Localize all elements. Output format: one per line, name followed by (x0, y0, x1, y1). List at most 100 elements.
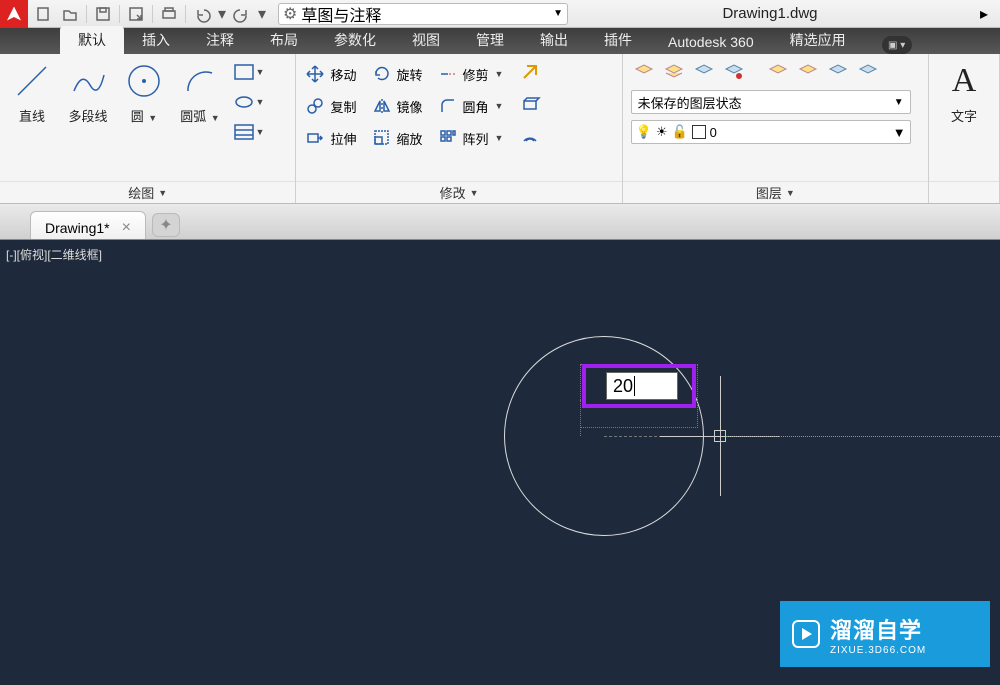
panel-layers-title[interactable]: 图层▼ (623, 181, 928, 203)
title-right-arrow[interactable]: ▸ (972, 3, 996, 25)
hatch-icon[interactable]: ▼ (236, 120, 262, 144)
tab-manage[interactable]: 管理 (458, 26, 522, 54)
line-button[interactable]: 直线 (8, 60, 56, 125)
tab-annotate[interactable]: 注释 (188, 26, 252, 54)
layer-match-icon[interactable] (825, 60, 851, 84)
redo-dropdown-icon[interactable]: ▾ (256, 3, 268, 25)
trim-icon (437, 63, 459, 85)
gear-icon: ⚙ (283, 4, 297, 24)
panel-modify-title[interactable]: 修改▼ (296, 181, 621, 203)
close-icon[interactable]: × (122, 219, 131, 237)
tab-plugins[interactable]: 插件 (586, 26, 650, 54)
arc-button[interactable]: 圆弧 ▼ (176, 60, 224, 125)
chevron-down-icon: ▼ (208, 113, 219, 123)
lock-open-icon: 🔓 (671, 124, 687, 140)
workspace-label: 草图与注释 (301, 2, 381, 26)
layer-off-icon[interactable] (765, 60, 791, 84)
text-caret (634, 376, 635, 396)
scale-button[interactable]: 缩放 (371, 124, 423, 152)
new-icon[interactable] (32, 3, 56, 25)
layer-freeze-icon[interactable] (721, 60, 747, 84)
erase-icon[interactable] (517, 60, 543, 84)
file-tabs: Drawing1* × ✦ (0, 204, 1000, 240)
explode-icon[interactable] (517, 92, 543, 116)
layer-state-dropdown[interactable]: 未保存的图层状态 ▼ (631, 90, 911, 114)
tab-layout[interactable]: 布局 (252, 26, 316, 54)
offset-icon[interactable] (517, 124, 543, 148)
viewport-controls[interactable]: [-][俯视][二维线框] (6, 246, 102, 263)
chevron-down-icon: ▼ (894, 97, 904, 108)
plot-icon[interactable] (157, 3, 181, 25)
quick-access-toolbar: ▾ ▾ (28, 3, 272, 25)
undo-dropdown-icon[interactable]: ▾ (216, 3, 228, 25)
chevron-down-icon: ▼ (146, 113, 157, 123)
redo-icon[interactable] (230, 3, 254, 25)
layer-states-icon[interactable] (661, 60, 687, 84)
move-icon (304, 63, 326, 85)
rectangle-icon[interactable]: ▼ (236, 60, 262, 84)
polyline-button[interactable]: 多段线 (64, 60, 112, 125)
fillet-icon (437, 95, 459, 117)
watermark-url: ZIXUE.3D66.COM (830, 645, 926, 656)
watermark-title: 溜溜自学 (830, 613, 926, 645)
mirror-button[interactable]: 镜像 (371, 92, 423, 120)
ribbon-tabs: 默认 插入 注释 布局 参数化 视图 管理 输出 插件 Autodesk 360… (0, 28, 1000, 54)
app-menu-button[interactable] (0, 0, 28, 28)
line-icon (11, 60, 53, 102)
saveas-icon[interactable] (124, 3, 148, 25)
panel-modify: 移动 旋转 修剪▼ 复制 镜像 圆角▼ 拉伸 缩放 阵列▼ 修改▼ (296, 54, 622, 203)
workspace-dropdown[interactable]: ⚙ 草图与注释 ▼ (278, 3, 568, 25)
polyline-label: 多段线 (68, 106, 107, 125)
mirror-icon (371, 95, 393, 117)
sun-icon: ☀ (656, 124, 668, 140)
file-tab-active[interactable]: Drawing1* × (30, 211, 146, 239)
trim-button[interactable]: 修剪▼ (437, 60, 504, 88)
line-label: 直线 (19, 106, 45, 125)
tab-featured[interactable]: 精选应用 (772, 26, 864, 54)
undo-icon[interactable] (190, 3, 214, 25)
current-layer-dropdown[interactable]: 💡 ☀ 🔓 0 ▼ (631, 120, 911, 144)
stretch-button[interactable]: 拉伸 (304, 124, 356, 152)
arc-icon (179, 60, 221, 102)
ellipse-icon[interactable]: ▼ (236, 90, 262, 114)
tab-default[interactable]: 默认 (60, 26, 124, 54)
panel-draw: 直线 多段线 圆 ▼ 圆弧 ▼ ▼ ▼ ▼ 绘图▼ (0, 54, 296, 203)
dynamic-input-field[interactable]: 20 (606, 372, 678, 400)
circle-button[interactable]: 圆 ▼ (120, 60, 168, 125)
polar-track-line (726, 436, 1000, 437)
title-bar: ▾ ▾ ⚙ 草图与注释 ▼ Drawing1.dwg ▸ (0, 0, 1000, 28)
fillet-button[interactable]: 圆角▼ (437, 92, 504, 120)
array-button[interactable]: 阵列▼ (437, 124, 504, 152)
tab-insert[interactable]: 插入 (124, 26, 188, 54)
circle-label: 圆 (131, 109, 144, 124)
text-button[interactable]: A 文字 (937, 60, 991, 125)
arc-label: 圆弧 (180, 109, 206, 124)
tab-output[interactable]: 输出 (522, 26, 586, 54)
tab-parametric[interactable]: 参数化 (316, 26, 394, 54)
polyline-icon (67, 60, 109, 102)
ribbon-minimize-button[interactable]: ▣ ▾ (882, 36, 912, 54)
layer-lock-icon[interactable] (795, 60, 821, 84)
scale-icon (371, 127, 393, 149)
chevron-down-icon: ▼ (893, 125, 906, 140)
layer-prop-icon[interactable] (631, 60, 657, 84)
open-icon[interactable] (58, 3, 82, 25)
layer-prev-icon[interactable] (855, 60, 881, 84)
panel-draw-title[interactable]: 绘图▼ (0, 181, 295, 203)
panel-layers: 未保存的图层状态 ▼ 💡 ☀ 🔓 0 ▼ 图层▼ (623, 54, 929, 203)
drawing-canvas[interactable]: [-][俯视][二维线框] 20 溜溜自学 ZIXUE.3D66.COM (0, 240, 1000, 685)
save-icon[interactable] (91, 3, 115, 25)
rotate-icon (371, 63, 393, 85)
array-icon (437, 127, 459, 149)
current-layer-name: 0 (710, 125, 717, 140)
move-button[interactable]: 移动 (304, 60, 356, 88)
new-tab-button[interactable]: ✦ (152, 213, 180, 237)
layer-iso-icon[interactable] (691, 60, 717, 84)
tab-view[interactable]: 视图 (394, 26, 458, 54)
copy-button[interactable]: 复制 (304, 92, 356, 120)
chevron-down-icon: ▼ (553, 8, 563, 19)
stretch-icon (304, 127, 326, 149)
tab-a360[interactable]: Autodesk 360 (650, 30, 772, 54)
rotate-button[interactable]: 旋转 (371, 60, 423, 88)
bulb-on-icon: 💡 (636, 124, 652, 140)
